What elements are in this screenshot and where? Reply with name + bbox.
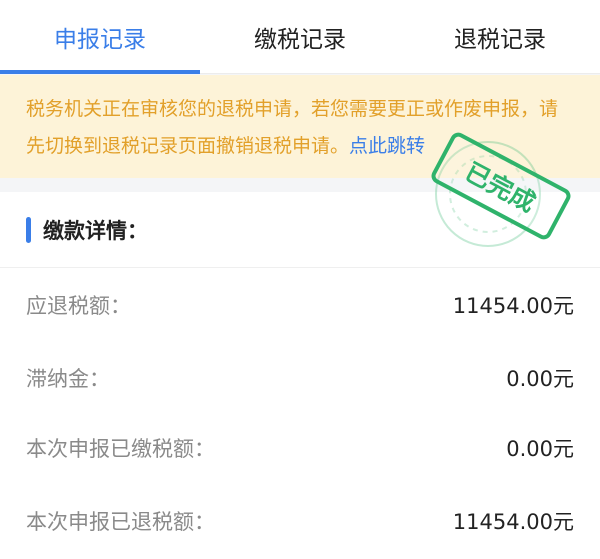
payment-details-list: 应退税额： 11454.00元 滞纳金： 0.00元 本次申报已缴税额： 0.0… <box>0 268 600 559</box>
detail-row-refunded-tax: 本次申报已退税额： 11454.00元 <box>26 501 574 541</box>
notice-banner: 税务机关正在审核您的退税申请，若您需要更正或作废申报，请先切换到退税记录页面撤销… <box>0 75 600 178</box>
payment-details-header: 缴款详情： <box>0 192 600 268</box>
detail-label: 应退税额： <box>26 294 131 318</box>
tab-bar: 申报记录 缴税记录 退税记录 <box>0 0 600 74</box>
detail-value: 0.00元 <box>506 437 574 461</box>
jump-link[interactable]: 点此跳转 <box>349 135 425 157</box>
tab-refund-records[interactable]: 退税记录 <box>400 0 600 73</box>
section-accent-bar <box>26 216 31 243</box>
detail-label: 滞纳金： <box>26 367 110 391</box>
detail-row-paid-tax: 本次申报已缴税额： 0.00元 <box>26 428 574 468</box>
tab-declaration-records[interactable]: 申报记录 <box>0 0 200 74</box>
detail-row-refundable-tax: 应退税额： 11454.00元 <box>26 285 574 325</box>
detail-value: 11454.00元 <box>452 294 574 318</box>
detail-value: 0.00元 <box>506 367 574 391</box>
detail-row-late-fee: 滞纳金： 0.00元 <box>26 358 574 398</box>
detail-label: 本次申报已退税额： <box>26 510 215 534</box>
section-gap <box>0 178 600 192</box>
section-title: 缴款详情： <box>43 218 148 243</box>
notice-text: 税务机关正在审核您的退税申请，若您需要更正或作废申报，请先切换到退税记录页面撤销… <box>26 98 559 157</box>
tab-payment-records[interactable]: 缴税记录 <box>200 0 400 73</box>
detail-label: 本次申报已缴税额： <box>26 437 215 461</box>
detail-value: 11454.00元 <box>452 510 574 534</box>
